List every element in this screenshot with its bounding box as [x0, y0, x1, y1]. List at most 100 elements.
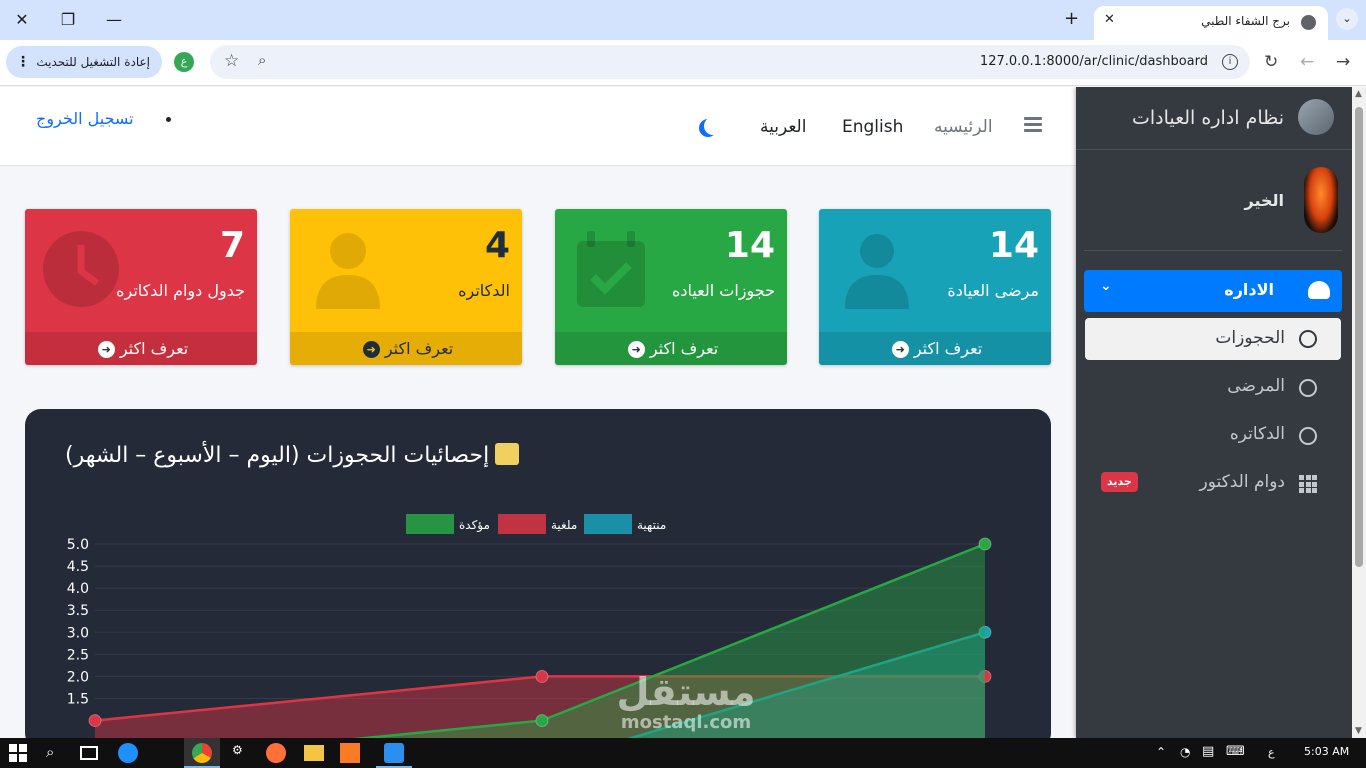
tab-list-button[interactable]: ⌄ [1336, 8, 1358, 30]
arrow-circle-right-icon: ➜ [97, 341, 115, 358]
card-more-label: تعرف اكثر [913, 339, 983, 358]
data-point [535, 669, 549, 683]
card-schedule: 7 جدول دوام الدكاتره تعرف اكثر ➜ [25, 209, 257, 365]
sidebar-brand[interactable]: نظام اداره العيادات [1076, 87, 1352, 150]
data-point [978, 537, 992, 551]
nav-arabic-link[interactable]: العربية [760, 117, 806, 137]
windows-start-icon[interactable] [8, 743, 28, 763]
card-more-label: تعرف اكثر [649, 339, 719, 358]
hamburger-menu-icon[interactable] [1024, 117, 1042, 133]
card-number: 14 [724, 225, 775, 266]
card-label: الدكاتره [458, 281, 510, 300]
profile-avatar[interactable]: ع [174, 52, 194, 72]
forward-icon[interactable]: → [1336, 52, 1350, 72]
new-tab-button[interactable]: + [1064, 8, 1079, 29]
card-number: 7 [219, 225, 245, 266]
ie-browser-icon[interactable] [118, 743, 138, 763]
nav-english-link[interactable]: English [842, 117, 903, 137]
y-tick-label: 2.0 [67, 669, 89, 685]
y-tick-label: 4.0 [67, 581, 89, 597]
dark-mode-moon-icon[interactable] [704, 117, 722, 135]
card-more-link[interactable]: تعرف اكثر ➜ [25, 332, 257, 365]
app-icon[interactable]: ⚙ [232, 743, 252, 763]
sidebar-item-patients[interactable]: المرضى [1085, 367, 1341, 407]
brand-text: نظام اداره العيادات [1131, 107, 1284, 129]
logout-link[interactable]: تسجيل الخروج [36, 109, 134, 128]
window-close-icon[interactable]: ✕ [8, 8, 36, 32]
circle-icon [1299, 427, 1317, 445]
back-icon[interactable]: ← [1300, 52, 1314, 72]
tab-close-icon[interactable]: ✕ [1104, 12, 1115, 27]
clock-icon [43, 231, 119, 307]
nav-home-link[interactable]: الرئيسيه [934, 117, 993, 137]
window-minimize-icon[interactable]: — [100, 8, 128, 32]
chrome-icon [192, 743, 212, 763]
watermark-line1: مستقل [616, 670, 756, 714]
brand-logo [1298, 99, 1334, 135]
app-navbar: الرئيسيه English العربية تسجيل الخروج [0, 87, 1076, 166]
notification-icon[interactable]: ▤ [1202, 744, 1214, 759]
vscode-taskbar-button[interactable] [376, 738, 412, 768]
search-icon[interactable]: ⌕ [46, 743, 66, 763]
y-tick-label: 3.0 [67, 625, 89, 641]
arrow-circle-right-icon: ➜ [891, 341, 909, 358]
circle-icon [1299, 379, 1317, 397]
scroll-up-icon[interactable]: ▲ [1355, 89, 1362, 99]
bookings-chart-card: إحصائيات الحجوزات (اليوم – الأسبوع – الش… [25, 409, 1051, 738]
sidebar-item-doctor-schedule[interactable]: دوام الدكتور جديد [1085, 463, 1341, 503]
folder-icon[interactable] [304, 745, 324, 761]
card-more-label: تعرف اكثر [119, 339, 189, 358]
xampp-icon[interactable] [340, 743, 360, 763]
y-tick-label: 1.5 [67, 692, 89, 708]
scroll-thumb[interactable] [1355, 107, 1363, 567]
tray-chevron-icon[interactable]: ⌃ [1156, 745, 1166, 759]
card-more-link[interactable]: تعرف اكثر ➜ [819, 332, 1051, 365]
sidebar-item-label: المرضى [1227, 376, 1285, 396]
nav-bullet [166, 117, 171, 122]
keyboard-icon[interactable]: ⌨ [1226, 744, 1245, 759]
card-bookings: 14 حجوزات العياده تعرف اكثر ➜ [555, 209, 787, 365]
card-label: مرضى العيادة [947, 281, 1039, 300]
task-view-icon[interactable] [80, 746, 98, 760]
calendar-check-icon [577, 231, 645, 307]
y-tick-label: 5.0 [67, 537, 89, 553]
user-avatar [1304, 167, 1338, 233]
card-more-link[interactable]: تعرف اكثر ➜ [290, 332, 522, 365]
site-info-icon[interactable]: i [1222, 54, 1238, 70]
user-panel: الخير [1084, 151, 1342, 251]
user-name[interactable]: الخير [1244, 191, 1284, 210]
wifi-icon[interactable]: ◔ [1180, 745, 1190, 759]
sidebar-item-admin[interactable]: الاداره ⌄ [1084, 270, 1342, 312]
globe-icon [1301, 15, 1316, 30]
card-patients: 14 مرضى العيادة تعرف اكثر ➜ [819, 209, 1051, 365]
input-language[interactable]: ع [1268, 746, 1275, 759]
scroll-down-icon[interactable]: ▼ [1355, 726, 1362, 736]
menu-dots-icon: ⋮ [16, 54, 30, 70]
new-badge: جديد [1101, 472, 1138, 492]
card-more-link[interactable]: تعرف اكثر ➜ [555, 332, 787, 365]
chart-title-text: إحصائيات الحجوزات (اليوم – الأسبوع – الش… [65, 443, 490, 468]
data-point [535, 714, 549, 728]
page-scrollbar[interactable]: ▲ ▼ [1352, 87, 1366, 738]
update-restart-button[interactable]: إعادة التشغيل للتحديث ⋮ [6, 46, 162, 78]
sidebar-item-label: الاداره [1224, 280, 1274, 299]
browser-tab[interactable]: برج الشفاء الطبي ✕ [1094, 6, 1328, 40]
chart-title: إحصائيات الحجوزات (اليوم – الأسبوع – الش… [65, 443, 520, 468]
reload-icon[interactable]: ↻ [1264, 52, 1278, 72]
mostaql-watermark: مستقل mostaql.com [598, 672, 774, 733]
zoom-icon[interactable]: ⌕ [258, 51, 266, 69]
window-restore-icon[interactable]: ❐ [54, 8, 82, 32]
sidebar-item-doctors[interactable]: الدكاتره [1085, 415, 1341, 455]
firefox-icon[interactable] [266, 743, 286, 763]
legend-swatch [498, 514, 546, 534]
y-tick-label: 4.5 [67, 559, 89, 575]
card-more-label: تعرف اكثر [384, 339, 454, 358]
sidebar-item-bookings[interactable]: الحجوزات [1085, 318, 1341, 360]
address-bar[interactable]: ⌕ 127.0.0.1:8000/ar/clinic/dashboard i [210, 45, 1250, 79]
arrow-circle-right-icon: ➜ [627, 341, 645, 358]
arrow-circle-right-icon: ➜ [362, 341, 380, 358]
th-grid-icon [1299, 475, 1317, 493]
bookmark-star-icon[interactable]: ☆ [224, 51, 239, 71]
chrome-taskbar-button[interactable] [184, 738, 220, 768]
taskbar-clock[interactable]: 5:03 AM [1304, 745, 1349, 758]
